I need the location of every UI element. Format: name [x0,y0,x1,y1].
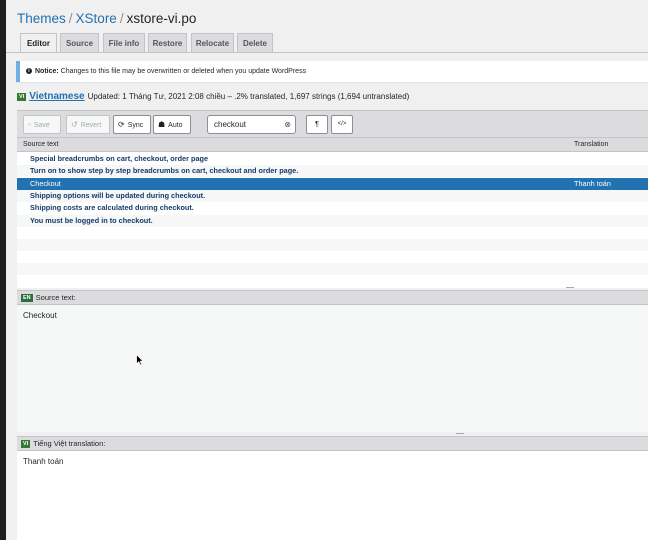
string-row[interactable]: You must be logged in to checkout. [17,215,648,227]
empty-row [17,263,648,275]
source-column-header[interactable]: Source text [23,138,58,151]
source-text-pane: Checkout [17,305,648,432]
clear-search-icon[interactable]: ⊗ [284,116,291,133]
auto-translate-button[interactable]: ☗ Auto [153,115,191,134]
breadcrumb-themes-link[interactable]: Themes [17,11,66,26]
language-link[interactable]: Vietnamese [29,91,84,102]
empty-row [17,227,648,239]
row-source-text: You must be logged in to checkout. [30,216,153,225]
source-pane-header: EN Source text: [17,290,648,305]
resize-handle[interactable] [456,433,464,434]
tab-source[interactable]: Source [60,33,99,52]
auto-label: Auto [168,122,183,129]
notice-banner: i Notice: Changes to this file may be ove… [16,61,648,82]
notice-text: Changes to this file may be overwritten … [58,68,307,75]
invisibles-toggle-button[interactable]: ¶ [306,115,328,134]
row-source-text: Shipping options will be updated during … [30,191,206,200]
notice-label: Notice: [35,68,59,75]
row-source-text: Turn on to show step by step breadcrumbs… [30,166,299,175]
vietnamese-flag-icon: VI [17,93,27,101]
revert-button[interactable]: ↺ Revert [66,115,110,134]
resize-handle[interactable] [566,287,574,288]
save-icon: ▫ [28,120,31,129]
english-flag-icon: EN [21,294,33,303]
breadcrumb-separator: / [119,11,124,26]
mouse-cursor-icon [136,354,144,366]
row-source-text: Special breadcrumbs on cart, checkout, o… [30,154,209,163]
empty-row [17,239,648,251]
revert-icon: ↺ [71,120,78,129]
string-list: Special breadcrumbs on cart, checkout, o… [17,152,648,288]
sync-button[interactable]: ⟳ Sync [113,115,151,134]
translation-column-header[interactable]: Translation [574,138,608,151]
tab-file-info[interactable]: File info [103,33,145,52]
source-pane-label: Source text: [35,293,76,302]
breadcrumb-separator: / [68,11,73,26]
translation-textarea[interactable]: Thanh toán [17,451,648,540]
string-row[interactable]: Turn on to show step by step breadcrumbs… [17,165,648,177]
vietnamese-flag-icon: VI [21,440,31,449]
row-translation-text: Thanh toán [574,179,611,188]
revert-label: Revert [80,122,102,129]
string-row[interactable]: Special breadcrumbs on cart, checkout, o… [17,153,648,165]
tab-relocate[interactable]: Relocate [191,33,234,52]
translation-stats: Updated: 1 Tháng Tư, 2021 2:08 chiều – .… [87,92,410,101]
search-value: checkout [214,120,247,129]
string-row-selected[interactable]: Checkout Thanh toán [17,178,648,190]
tab-divider [6,52,648,53]
translation-pane-label: Tiếng Việt translation: [33,439,106,448]
empty-row [17,251,648,263]
info-icon: i [26,68,32,75]
string-row[interactable]: Shipping costs are calculated during che… [17,202,648,214]
translation-text-value: Thanh toán [23,457,64,466]
save-label: Save [33,122,50,129]
wp-admin-screen: Themes / XStore / xstore-vi.po Editor Source… [6,0,648,540]
language-summary: VI Vietnamese Updated: 1 Tháng Tư, 2021 2:… [17,91,409,103]
save-button[interactable]: ▫ Save [23,115,61,134]
string-list-header: Source text Translation [17,138,648,152]
robot-icon: ☗ [158,120,166,129]
sync-icon: ⟳ [118,120,125,129]
filter-search-input[interactable]: checkout ⊗ [207,115,296,134]
sync-label: Sync [127,122,144,129]
breadcrumb-current-file: xstore-vi.po [126,11,197,26]
breadcrumb: Themes / XStore / xstore-vi.po [17,10,196,28]
tab-editor[interactable]: Editor [20,33,57,53]
translation-pane-header: VI Tiếng Việt translation: [17,436,648,451]
editor-toolbar: ▫ Save ↺ Revert ⟳ Sync ☗ Auto checkout ⊗ ¶ <… [17,110,648,138]
code-view-toggle-button[interactable]: </> [331,115,353,134]
row-source-text: Checkout [30,179,61,188]
source-text-value: Checkout [23,311,57,320]
tab-restore[interactable]: Restore [148,33,187,52]
string-row[interactable]: Shipping options will be updated during … [17,190,648,202]
tab-delete[interactable]: Delete [237,33,273,52]
row-source-text: Shipping costs are calculated during che… [30,203,194,212]
breadcrumb-theme-link[interactable]: XStore [76,11,117,26]
